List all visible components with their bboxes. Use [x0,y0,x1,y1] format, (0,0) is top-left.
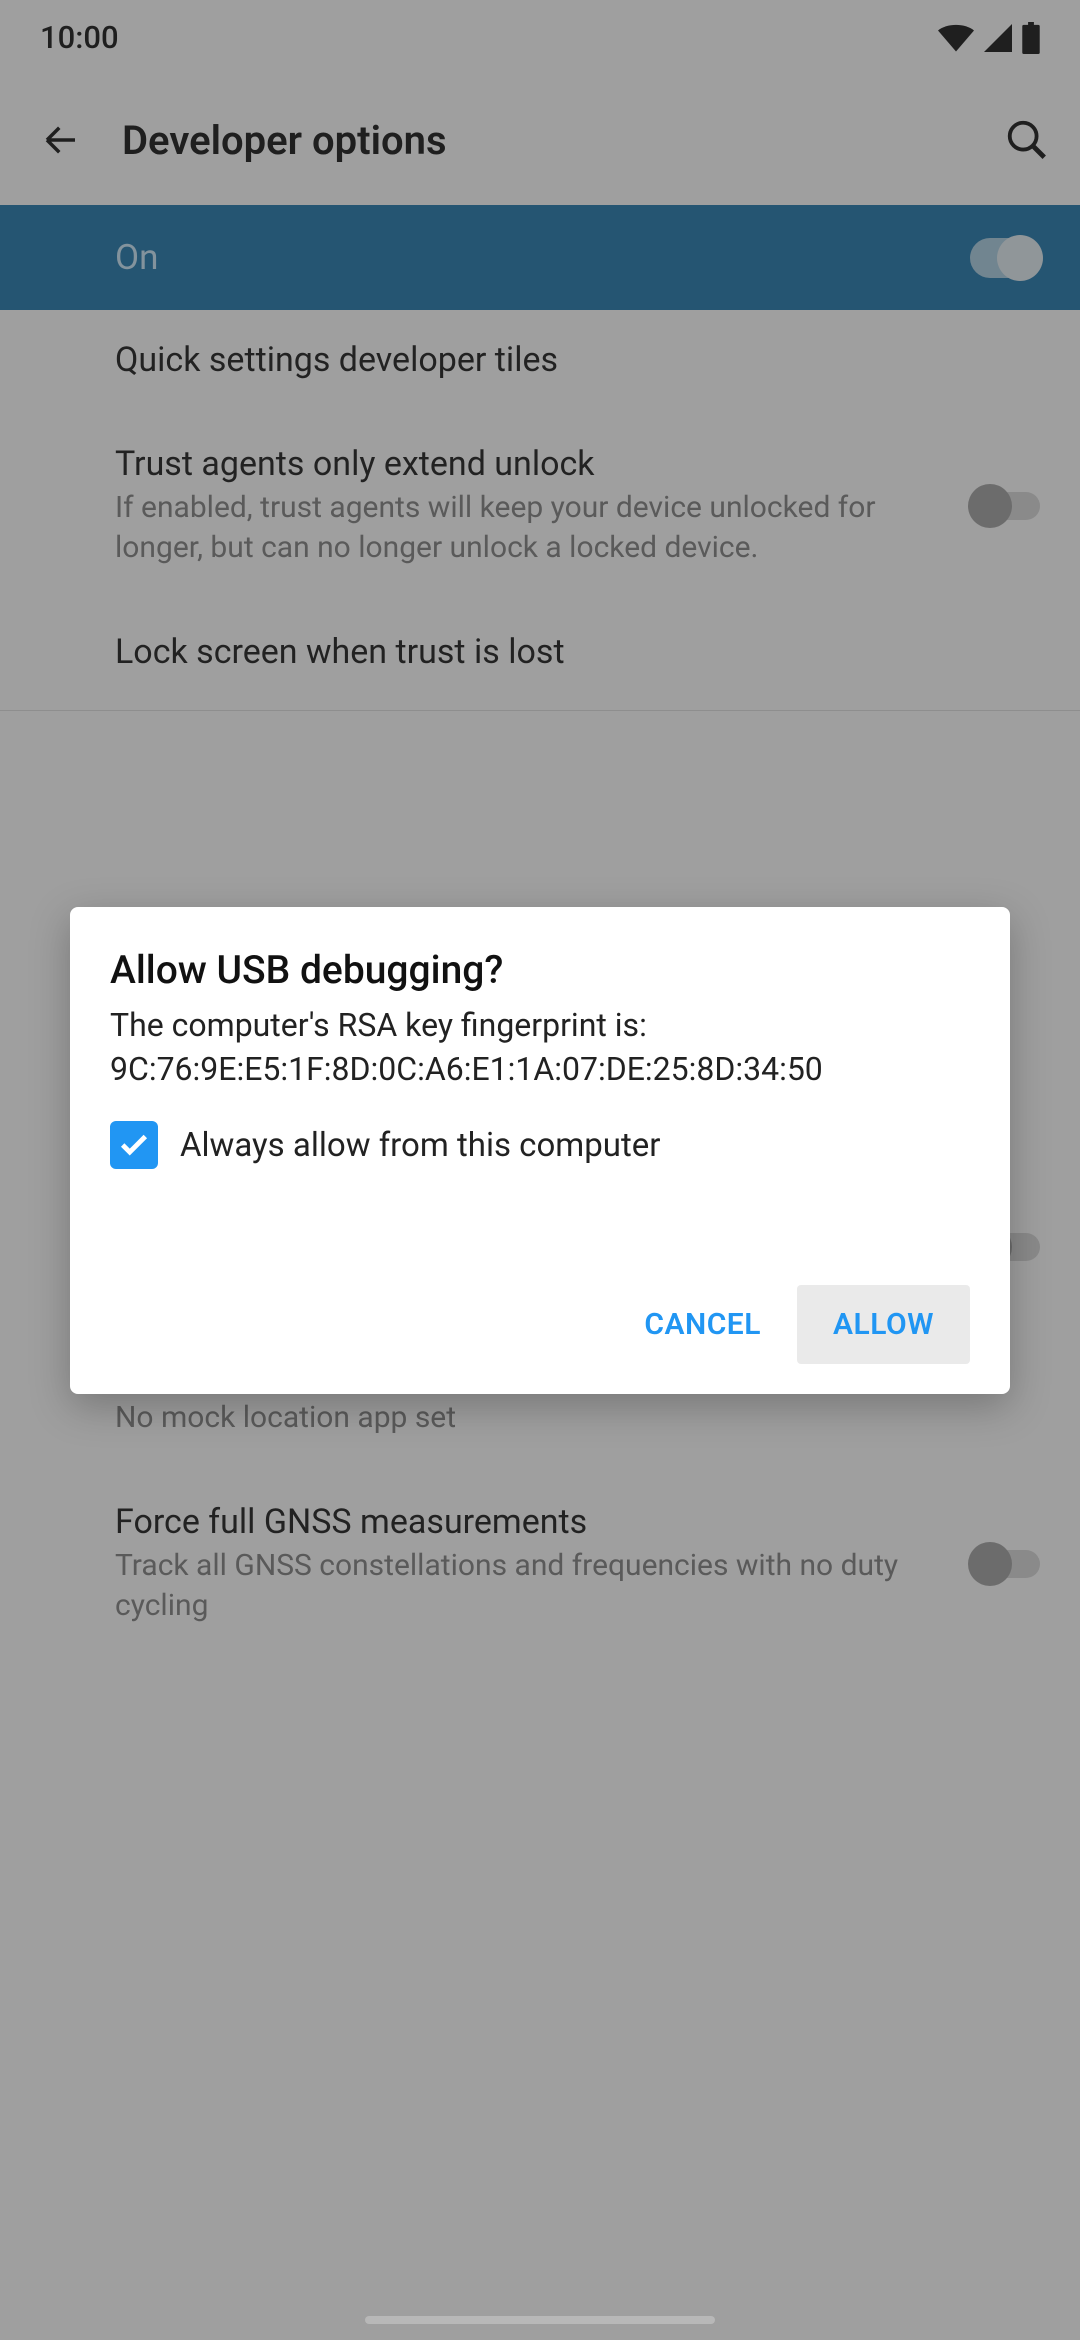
usb-debugging-dialog: Allow USB debugging? The computer's RSA … [70,907,1010,1394]
check-icon [117,1128,151,1162]
always-allow-checkbox-row[interactable]: Always allow from this computer [110,1121,970,1169]
always-allow-label: Always allow from this computer [180,1126,660,1165]
always-allow-checkbox[interactable] [110,1121,158,1169]
dialog-title: Allow USB debugging? [110,947,970,993]
dialog-body: The computer's RSA key fingerprint is: 9… [110,1003,970,1091]
dialog-actions: CANCEL ALLOW [110,1285,970,1364]
gesture-nav-handle[interactable] [365,2316,715,2324]
allow-button[interactable]: ALLOW [797,1285,970,1364]
cancel-button[interactable]: CANCEL [608,1285,797,1364]
